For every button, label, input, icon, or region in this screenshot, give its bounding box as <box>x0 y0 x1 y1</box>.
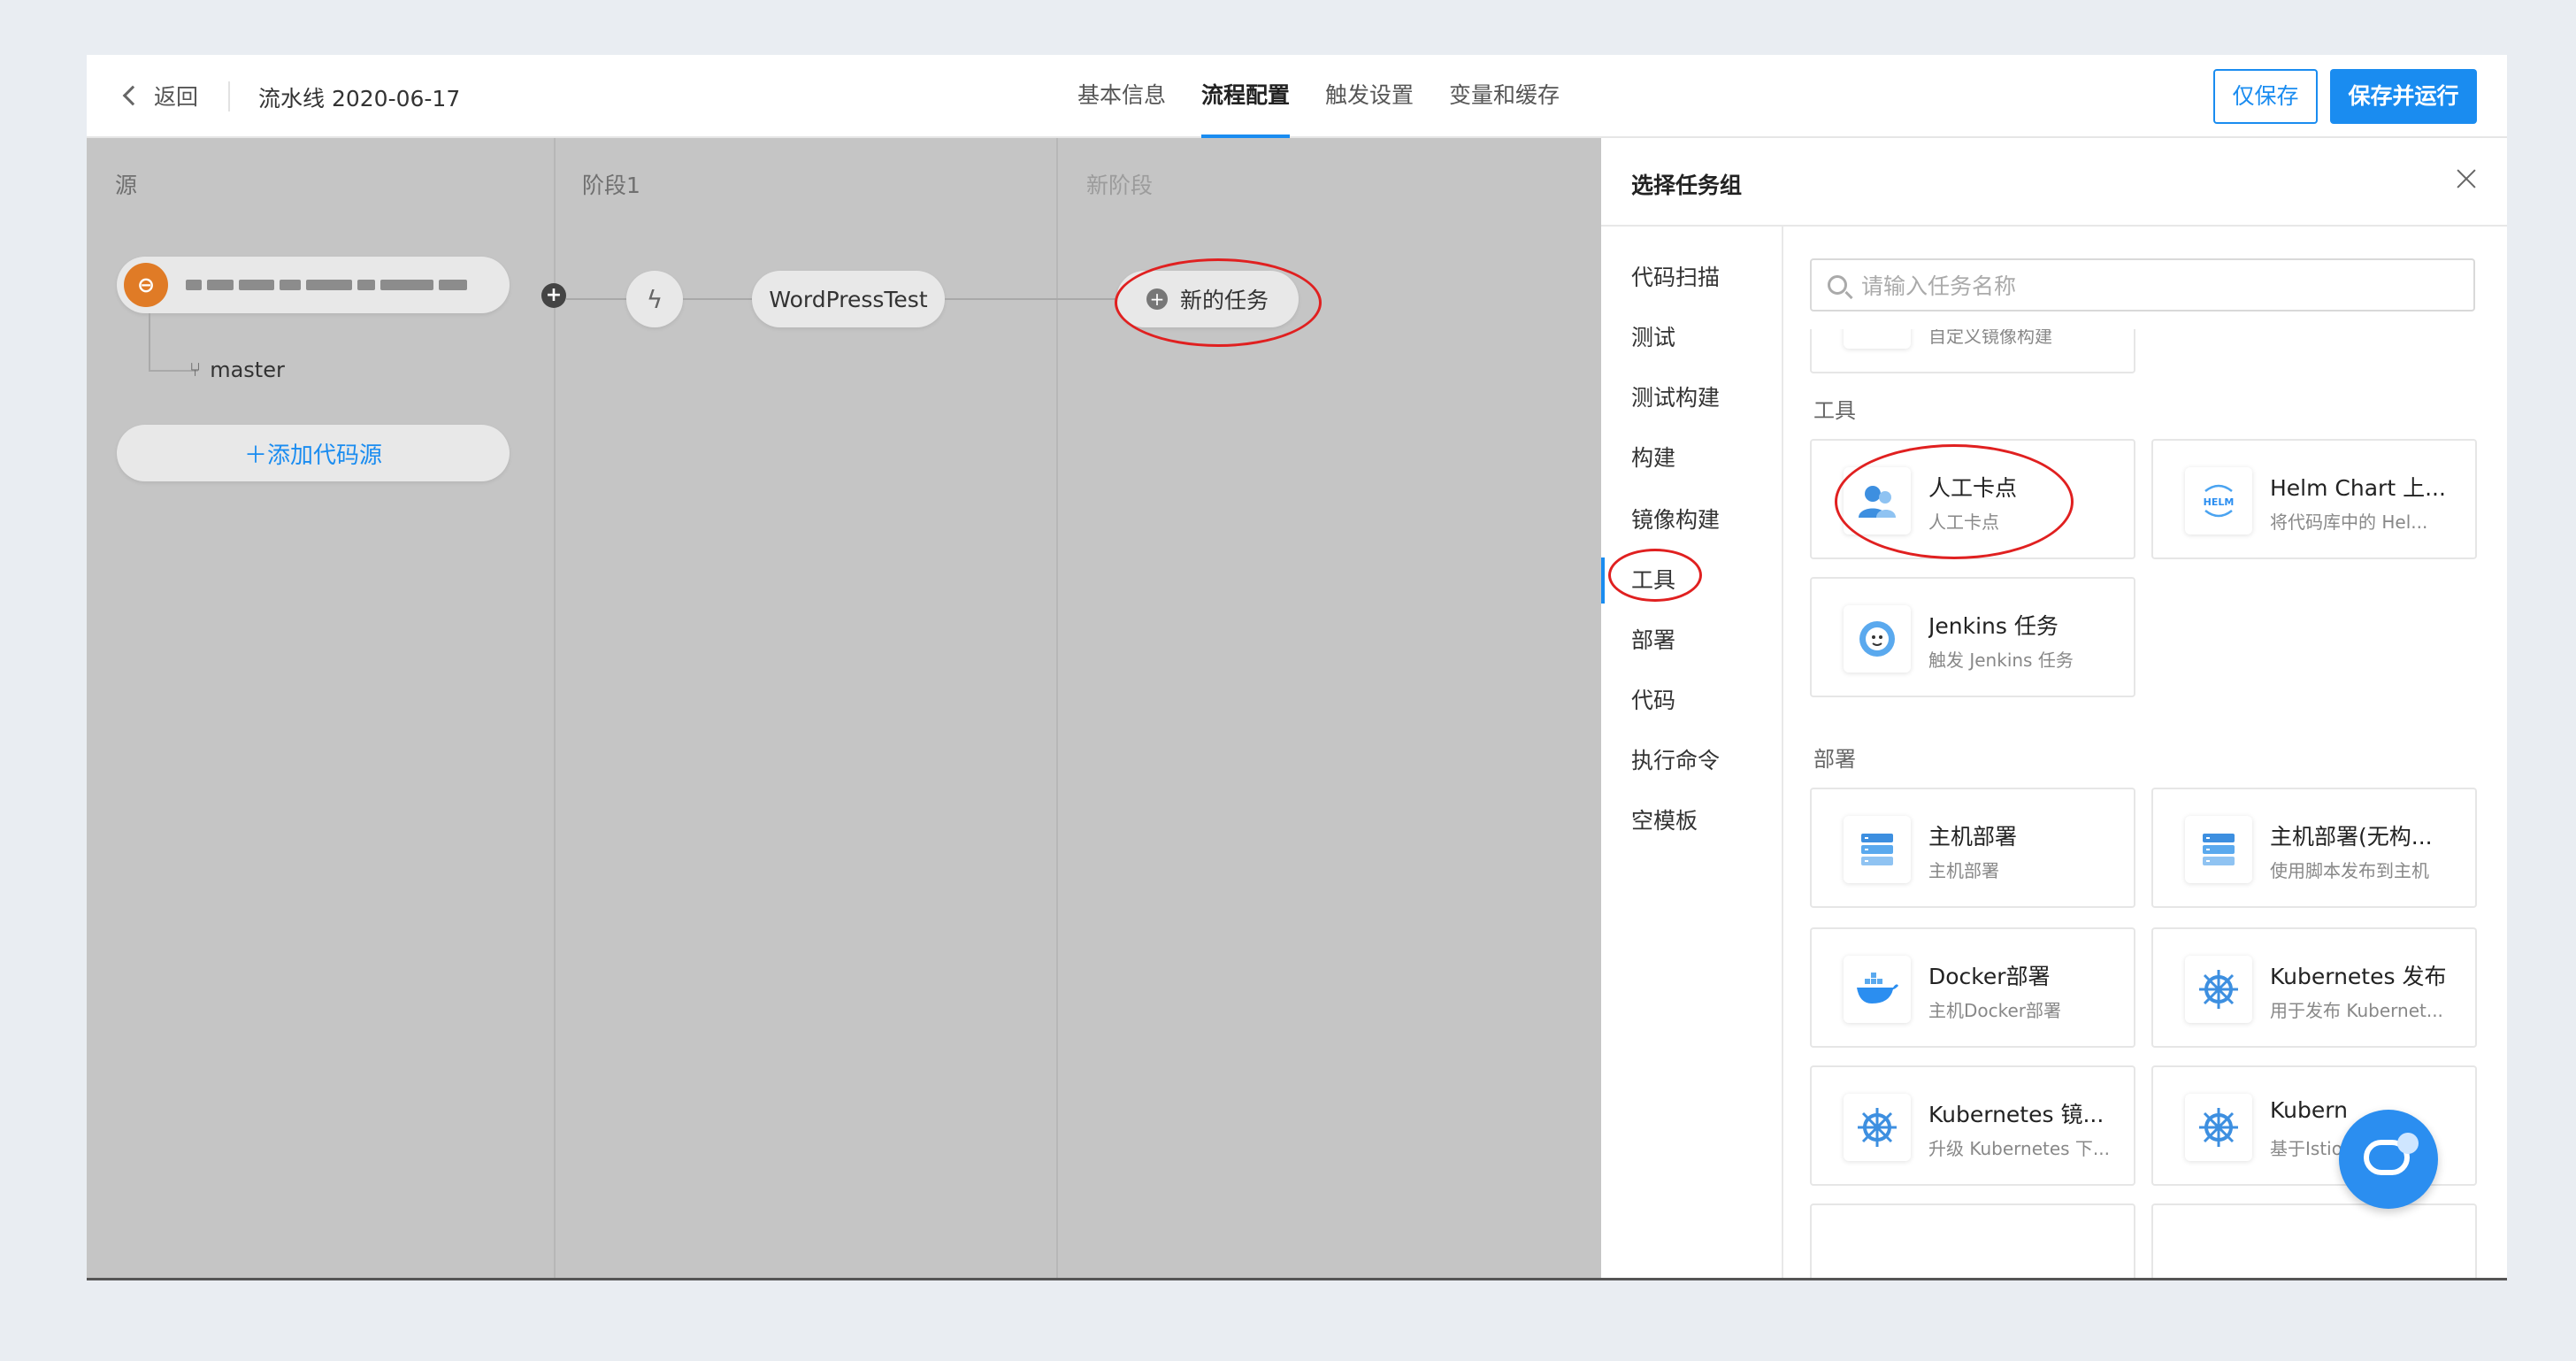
task-card-desc: 使用脚本发布到主机 <box>2270 860 2429 881</box>
task-card-kubernetes-image[interactable]: Kubernetes 镜... 升级 Kubernetes 下... <box>1810 1065 2135 1186</box>
user-icon <box>1844 467 1911 534</box>
category-test-build[interactable]: 测试构建 <box>1631 381 1720 412</box>
tab-variables-cache[interactable]: 变量和缓存 <box>1431 55 1577 138</box>
kubernetes-icon <box>2185 1094 2252 1161</box>
category-deploy[interactable]: 部署 <box>1631 623 1675 655</box>
task-card-helm-chart[interactable]: HELM Helm Chart 上... 将代码库中的 Hel... <box>2151 439 2477 559</box>
flow-connector <box>683 298 752 300</box>
chat-support-button[interactable] <box>2339 1110 2438 1209</box>
search-placeholder: 请输入任务名称 <box>1861 273 2017 299</box>
docker-icon <box>1844 329 1911 349</box>
column-divider <box>1056 138 1058 1280</box>
back-button[interactable]: 返回 <box>122 80 199 111</box>
task-group-drawer: 选择任务组 代码扫描 测试 测试构建 构建 镜像构建 工具 部署 代码 执行命令… <box>1601 138 2507 1280</box>
task-search-input[interactable]: 请输入任务名称 <box>1810 258 2475 311</box>
task-card-host-deploy-no-build[interactable]: 主机部署(无构... 使用脚本发布到主机 <box>2151 788 2477 908</box>
search-icon <box>1828 275 1847 295</box>
task-card-desc: 自定义镜像构建 <box>1928 329 2052 347</box>
branch-name: master <box>210 358 285 382</box>
task-card-manual-approval[interactable]: 人工卡点 人工卡点 <box>1810 439 2135 559</box>
flow-connector <box>945 298 1116 300</box>
task-card-title: Jenkins 任务 <box>1928 613 2058 639</box>
column-title-new-stage: 新阶段 <box>1086 173 1154 198</box>
branch-icon: ⑂ <box>189 358 202 381</box>
category-image-build[interactable]: 镜像构建 <box>1631 503 1720 534</box>
flow-connector <box>566 298 626 300</box>
jenkins-icon <box>1844 605 1911 673</box>
category-test[interactable]: 测试 <box>1631 320 1675 352</box>
task-card-docker-deploy[interactable]: Docker部署 主机Docker部署 <box>1810 927 2135 1048</box>
code-source-card[interactable]: ⊖ <box>117 257 510 313</box>
kubernetes-icon <box>2185 956 2252 1023</box>
task-card-title: 人工卡点 <box>1928 475 2018 501</box>
save-and-run-button[interactable]: 保存并运行 <box>2330 69 2477 124</box>
task-card-desc: 升级 Kubernetes 下... <box>1928 1138 2110 1159</box>
config-tabs: 基本信息 流程配置 触发设置 变量和缓存 <box>1060 55 1577 138</box>
task-card-title: 主机部署(无构... <box>2270 824 2433 850</box>
add-stage-plus-icon[interactable]: + <box>541 283 566 308</box>
task-card-host-deploy[interactable]: 主机部署 主机部署 <box>1810 788 2135 908</box>
task-card-image-build[interactable]: 自定义镜像构建 <box>1810 329 2135 373</box>
link-icon: ⊖ <box>124 263 168 307</box>
server-icon <box>2185 816 2252 883</box>
server-icon <box>1844 816 1911 883</box>
task-card-title: 主机部署 <box>1928 824 2018 850</box>
task-card-jenkins[interactable]: Jenkins 任务 触发 Jenkins 任务 <box>1810 577 2135 697</box>
column-divider <box>554 138 556 1280</box>
blurred-repo-name <box>186 280 467 290</box>
task-card-desc: 人工卡点 <box>1928 511 1999 533</box>
new-task-button[interactable]: + 新的任务 <box>1116 271 1299 327</box>
task-card[interactable] <box>1810 1203 2135 1280</box>
column-title-source: 源 <box>115 173 138 198</box>
plus-circle-icon: + <box>1146 288 1168 310</box>
task-card-desc: 将代码库中的 Hel... <box>2270 511 2428 533</box>
tab-basic-info[interactable]: 基本信息 <box>1060 55 1184 138</box>
task-card-desc: 主机Docker部署 <box>1928 1000 2062 1021</box>
pipeline-name: 流水线 2020-06-17 <box>258 86 461 111</box>
task-card-title: Helm Chart 上... <box>2270 475 2446 501</box>
source-branch: ⑂ master <box>189 358 285 382</box>
task-card-desc: 主机部署 <box>1928 860 1999 881</box>
chevron-left-icon <box>122 85 143 106</box>
section-title-deploy: 部署 <box>1813 747 1856 772</box>
helm-icon: HELM <box>2185 467 2252 534</box>
kubernetes-icon <box>1844 1094 1911 1161</box>
task-card[interactable] <box>2151 1203 2477 1280</box>
add-code-source-button[interactable]: ＋添加代码源 <box>117 425 510 481</box>
docker-icon <box>1844 956 1911 1023</box>
active-category-indicator <box>1601 557 1605 604</box>
task-card-kubernetes-release[interactable]: Kubernetes 发布 用于发布 Kubernet... <box>2151 927 2477 1048</box>
job-node[interactable]: WordPressTest <box>752 271 945 327</box>
pipeline-canvas: 源 阶段1 新阶段 ⊖ ⑂ master ＋添加代码源 + ϟ WordPres… <box>87 138 1601 1280</box>
top-bar: 返回 流水线 2020-06-17 基本信息 流程配置 触发设置 变量和缓存 仅… <box>87 55 2507 138</box>
back-label: 返回 <box>154 84 199 110</box>
category-tools[interactable]: 工具 <box>1631 563 1675 595</box>
close-icon[interactable] <box>2452 165 2480 193</box>
trigger-lightning-icon[interactable]: ϟ <box>626 271 683 327</box>
category-build[interactable]: 构建 <box>1631 441 1675 473</box>
section-title-tools: 工具 <box>1813 398 1856 423</box>
task-card-title: Kubernetes 镜... <box>1928 1102 2104 1127</box>
tab-flow-config[interactable]: 流程配置 <box>1184 55 1307 138</box>
column-title-stage1: 阶段1 <box>582 173 640 198</box>
category-exec-command[interactable]: 执行命令 <box>1631 743 1720 775</box>
drawer-divider <box>1601 225 2507 227</box>
header-divider <box>228 81 230 111</box>
category-blank-template[interactable]: 空模板 <box>1631 804 1698 835</box>
task-card-title: Kubernetes 发布 <box>2270 964 2447 989</box>
category-code[interactable]: 代码 <box>1631 683 1675 715</box>
task-card-desc: 用于发布 Kubernet... <box>2270 1000 2443 1021</box>
task-card-title: Docker部署 <box>1928 964 2051 989</box>
pipeline-editor-window: 返回 流水线 2020-06-17 基本信息 流程配置 触发设置 变量和缓存 仅… <box>87 55 2507 1280</box>
category-code-scan[interactable]: 代码扫描 <box>1631 260 1720 292</box>
window-bottom-edge <box>87 1278 2507 1280</box>
task-card-desc: 触发 Jenkins 任务 <box>1928 650 2074 671</box>
new-task-label: 新的任务 <box>1179 288 1269 313</box>
svg-text:HELM: HELM <box>2204 496 2235 508</box>
save-button[interactable]: 仅保存 <box>2213 69 2318 124</box>
drawer-title: 选择任务组 <box>1631 173 1743 198</box>
tab-trigger-settings[interactable]: 触发设置 <box>1307 55 1431 138</box>
